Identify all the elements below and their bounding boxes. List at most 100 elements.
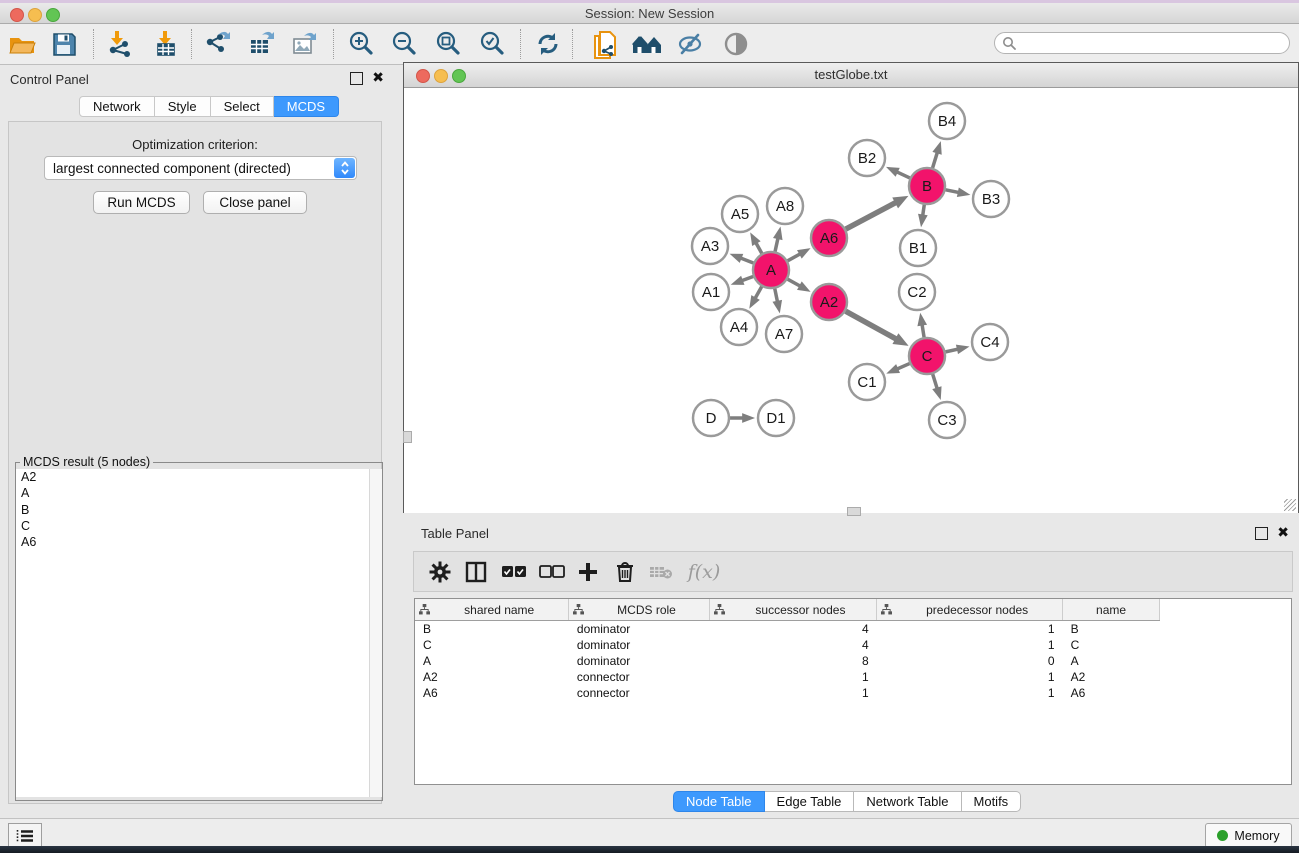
main-titlebar[interactable]: Session: New Session bbox=[0, 3, 1299, 24]
column-header-predecessor-nodes[interactable]: predecessor nodes bbox=[877, 599, 1063, 621]
graph-edge-C-C1[interactable] bbox=[896, 364, 909, 370]
mcds-result-list[interactable]: A2ABCA6 bbox=[16, 469, 382, 797]
table-cell[interactable]: dominator bbox=[569, 621, 709, 638]
zoom-fit-button[interactable] bbox=[431, 27, 465, 61]
table-cell[interactable]: 1 bbox=[709, 685, 877, 701]
table-row[interactable]: Adominator80A bbox=[415, 653, 1160, 669]
import-network-button[interactable] bbox=[103, 27, 137, 61]
tab-select[interactable]: Select bbox=[211, 96, 274, 117]
network-canvas[interactable]: AA1A2A3A4A5A6A7A8BB1B2B3B4CC1C2C3C4DD1 bbox=[404, 88, 1298, 513]
table-cell[interactable]: dominator bbox=[569, 653, 709, 669]
export-table-button[interactable] bbox=[244, 27, 278, 61]
function-builder-button[interactable]: f(x) bbox=[682, 556, 726, 588]
window-resize-grip[interactable] bbox=[1284, 499, 1296, 511]
tab-style[interactable]: Style bbox=[155, 96, 211, 117]
zoom-in-button[interactable] bbox=[344, 27, 378, 61]
column-header-name[interactable]: name bbox=[1063, 599, 1160, 621]
table-cell[interactable]: 1 bbox=[877, 685, 1063, 701]
table-cell[interactable]: 8 bbox=[709, 653, 877, 669]
table-cell[interactable]: connector bbox=[569, 685, 709, 701]
table-row[interactable]: A2connector11A2 bbox=[415, 669, 1160, 685]
table-cell[interactable]: 1 bbox=[709, 669, 877, 685]
table-row[interactable]: A6connector11A6 bbox=[415, 685, 1160, 701]
network-graph[interactable]: AA1A2A3A4A5A6A7A8BB1B2B3B4CC1C2C3C4DD1 bbox=[404, 88, 1298, 513]
search-input[interactable] bbox=[994, 32, 1290, 54]
graph-edge-A6-B[interactable] bbox=[846, 202, 897, 229]
float-panel-icon[interactable] bbox=[350, 72, 363, 85]
table-cell[interactable]: A2 bbox=[415, 669, 569, 685]
birdseye-view-button[interactable] bbox=[719, 27, 753, 61]
graph-edge-C-C3[interactable] bbox=[933, 374, 938, 389]
close-table-panel-icon[interactable]: ✖ bbox=[1277, 528, 1289, 539]
close-panel-icon[interactable]: ✖ bbox=[372, 73, 384, 84]
zoom-selected-button[interactable] bbox=[475, 27, 509, 61]
table-cell[interactable]: 1 bbox=[877, 621, 1063, 638]
column-header-successor-nodes[interactable]: successor nodes bbox=[709, 599, 877, 621]
criterion-dropdown[interactable]: largest connected component (directed) bbox=[44, 156, 357, 180]
float-table-panel-icon[interactable] bbox=[1255, 527, 1268, 540]
mcds-result-item[interactable]: A6 bbox=[16, 534, 382, 550]
home-button[interactable] bbox=[630, 27, 664, 61]
table-cell[interactable]: 4 bbox=[709, 637, 877, 653]
export-image-button[interactable] bbox=[287, 27, 321, 61]
table-cell[interactable]: A6 bbox=[415, 685, 569, 701]
network-view-window[interactable]: testGlobe.txt AA1A2A3A4A5A6A7A8BB1B2B3B4… bbox=[403, 62, 1299, 513]
new-network-from-selection-button[interactable] bbox=[588, 27, 622, 61]
table-cell[interactable]: A bbox=[415, 653, 569, 669]
graph-edge-A2-C[interactable] bbox=[846, 311, 898, 339]
mcds-result-item[interactable]: A bbox=[16, 485, 382, 501]
table-cell[interactable]: 0 bbox=[877, 653, 1063, 669]
memory-button[interactable]: Memory bbox=[1205, 823, 1292, 848]
tab-node-table[interactable]: Node Table bbox=[673, 791, 765, 812]
table-cell[interactable]: 1 bbox=[877, 637, 1063, 653]
table-cell[interactable]: B bbox=[415, 621, 569, 638]
run-mcds-button[interactable]: Run MCDS bbox=[93, 191, 190, 214]
table-cell[interactable]: 1 bbox=[877, 669, 1063, 685]
table-cell[interactable]: 4 bbox=[709, 621, 877, 638]
hide-all-columns-button[interactable] bbox=[536, 556, 568, 588]
network-window-titlebar[interactable]: testGlobe.txt bbox=[404, 63, 1298, 88]
graph-edge-A-A6[interactable] bbox=[788, 253, 801, 260]
graph-edge-A-A3[interactable] bbox=[740, 258, 754, 263]
column-header-mcds-role[interactable]: MCDS role bbox=[569, 599, 709, 621]
tab-network[interactable]: Network bbox=[79, 96, 155, 117]
import-table-button[interactable] bbox=[149, 27, 183, 61]
graph-edge-C-C2[interactable] bbox=[922, 323, 924, 337]
mcds-result-item[interactable]: B bbox=[16, 502, 382, 518]
tab-network-table[interactable]: Network Table bbox=[854, 791, 961, 812]
close-panel-button[interactable]: Close panel bbox=[203, 191, 307, 214]
mcds-result-item[interactable]: C bbox=[16, 518, 382, 534]
window-left-handle[interactable] bbox=[403, 431, 412, 443]
table-cell[interactable]: A bbox=[1063, 653, 1160, 669]
graph-edge-A-A2[interactable] bbox=[788, 279, 801, 286]
create-column-button[interactable] bbox=[572, 556, 604, 588]
graph-edge-A-A4[interactable] bbox=[755, 287, 762, 300]
mcds-result-item[interactable]: A2 bbox=[16, 469, 382, 485]
graph-edge-A-A8[interactable] bbox=[775, 237, 778, 251]
graph-edge-B-B3[interactable] bbox=[946, 190, 960, 193]
column-view-button[interactable] bbox=[460, 556, 492, 588]
node-table[interactable]: shared name MCDS role successor nodes pr… bbox=[414, 598, 1292, 785]
table-options-button[interactable] bbox=[424, 556, 456, 588]
open-session-button[interactable] bbox=[5, 27, 39, 61]
hide-labels-button[interactable] bbox=[673, 27, 707, 61]
show-all-columns-button[interactable] bbox=[498, 556, 530, 588]
table-cell[interactable]: A6 bbox=[1063, 685, 1160, 701]
table-cell[interactable]: B bbox=[1063, 621, 1160, 638]
delete-table-button[interactable] bbox=[645, 556, 677, 588]
result-list-scrollbar[interactable] bbox=[369, 469, 382, 797]
refresh-button[interactable] bbox=[531, 27, 565, 61]
table-cell[interactable]: connector bbox=[569, 669, 709, 685]
graph-edge-B-B2[interactable] bbox=[896, 171, 910, 177]
table-cell[interactable]: C bbox=[415, 637, 569, 653]
table-cell[interactable]: dominator bbox=[569, 637, 709, 653]
window-bottom-handle[interactable] bbox=[847, 507, 861, 516]
table-row[interactable]: Bdominator41B bbox=[415, 621, 1160, 638]
delete-column-button[interactable] bbox=[609, 556, 641, 588]
zoom-out-button[interactable] bbox=[387, 27, 421, 61]
tab-mcds[interactable]: MCDS bbox=[274, 96, 339, 117]
graph-edge-B-B4[interactable] bbox=[933, 151, 938, 167]
export-network-button[interactable] bbox=[201, 27, 235, 61]
tab-motifs[interactable]: Motifs bbox=[962, 791, 1022, 812]
table-cell[interactable]: A2 bbox=[1063, 669, 1160, 685]
